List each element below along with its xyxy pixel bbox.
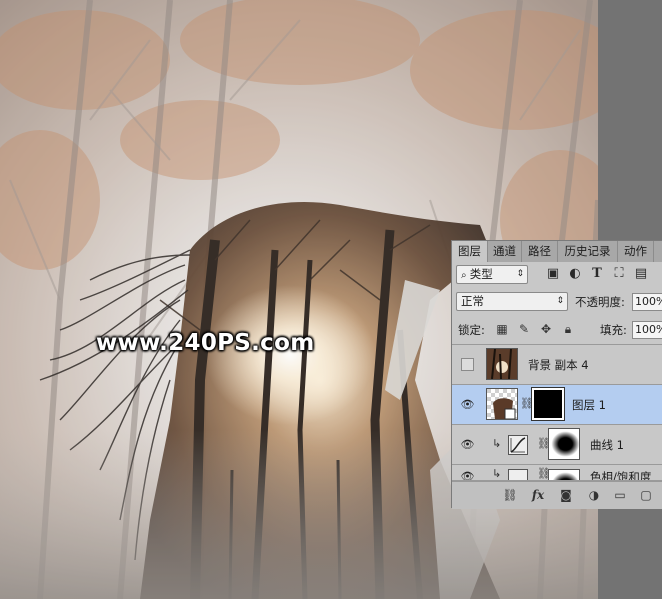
layer-filter-select[interactable]: ⌕ 类型 ⇕ (456, 265, 528, 284)
fill-label: 填充: (600, 323, 627, 337)
lock-image-icon[interactable]: ✎ (517, 322, 531, 336)
chevron-updown-icon: ⇕ (516, 269, 524, 279)
blend-mode-select[interactable]: 正常 ⇕ (456, 292, 568, 311)
panel-tabs: 图层 通道 路径 历史记录 动作 (452, 241, 662, 262)
layer-row-background-copy-4[interactable]: 背景 副本 4 (452, 345, 662, 385)
tab-paths[interactable]: 路径 (522, 241, 558, 262)
image-filter-icon[interactable]: ▣ (545, 266, 561, 282)
lock-position-icon[interactable]: ✥ (539, 322, 553, 336)
tab-history[interactable]: 历史记录 (558, 241, 618, 262)
layer-name: 曲线 1 (590, 438, 624, 452)
eye-icon[interactable]: 👁︎ (460, 469, 475, 480)
layers-bottom-toolbar: ⛓︎ fx ◙ ◑ ▭ ▢ (452, 481, 662, 509)
smart-object-filter-icon[interactable]: ▤ (633, 266, 649, 282)
clip-arrow-icon: ↳ (492, 467, 502, 480)
tab-layers[interactable]: 图层 (452, 241, 488, 262)
chevron-updown-icon: ⇕ (556, 296, 564, 306)
layers-panel[interactable]: 图层 通道 路径 历史记录 动作 ⌕ 类型 ⇕ ▣ ◐ T ⛶ ▤ 正常 ⇕ 不… (451, 240, 662, 509)
layer-thumbnail (486, 348, 518, 380)
layer-mask-thumbnail[interactable] (548, 428, 580, 460)
layer-row-hue-saturation[interactable]: 👁︎ ↳ ⛓︎ 色相/饱和度 (452, 465, 662, 481)
type-filter-icon[interactable]: T (589, 266, 605, 282)
lock-label: 锁定: (458, 323, 485, 337)
opacity-label: 不透明度: (575, 295, 625, 309)
layer-row-curves-1[interactable]: 👁︎ ↳ ⛓︎ 曲线 1 (452, 425, 662, 465)
adjustment-filter-icon[interactable]: ◐ (567, 266, 583, 282)
lock-transparent-icon[interactable]: ▦ (495, 322, 509, 336)
lock-all-icon[interactable]: 🔒︎ (561, 322, 575, 336)
add-mask-icon[interactable]: ◙ (558, 487, 574, 503)
opacity-input[interactable]: 100% (632, 293, 662, 311)
layer-mask-thumbnail[interactable] (548, 469, 580, 480)
curves-graph-icon (510, 437, 526, 453)
layer-mask-thumbnail[interactable] (531, 387, 565, 421)
fill-input[interactable]: 100% (632, 321, 662, 339)
fx-icon[interactable]: fx (530, 487, 546, 503)
layer-thumbnail (486, 388, 518, 420)
visibility-toggle-off[interactable] (461, 358, 474, 371)
filter-kind-label: 类型 (469, 267, 493, 281)
layer-name: 背景 副本 4 (528, 358, 589, 372)
eye-icon[interactable]: 👁︎ (460, 437, 475, 452)
clip-arrow-icon: ↳ (492, 437, 502, 450)
tab-actions[interactable]: 动作 (618, 241, 654, 262)
link-icon[interactable]: ⛓︎ (502, 487, 518, 503)
layer-name: 色相/饱和度 (590, 470, 652, 481)
curves-adjustment-icon (508, 435, 528, 455)
hue-saturation-adjustment-icon (508, 469, 528, 480)
silhouette-thumbnail-icon (493, 398, 516, 419)
forest-thumbnail-icon (487, 349, 517, 379)
layer-name: 图层 1 (572, 398, 606, 412)
blend-mode-value: 正常 (461, 294, 484, 308)
new-layer-icon[interactable]: ▢ (638, 487, 654, 503)
eye-icon[interactable]: 👁︎ (460, 397, 475, 412)
shape-filter-icon[interactable]: ⛶ (611, 266, 627, 282)
watermark-text: www.240PS.com (96, 330, 315, 356)
adjustment-layer-icon[interactable]: ◑ (586, 487, 602, 503)
group-folder-icon[interactable]: ▭ (612, 487, 628, 503)
search-icon: ⌕ (461, 270, 470, 281)
tab-channels[interactable]: 通道 (488, 241, 522, 262)
layer-row-layer-1[interactable]: 👁︎ ⛓︎ 图层 1 (452, 385, 662, 425)
